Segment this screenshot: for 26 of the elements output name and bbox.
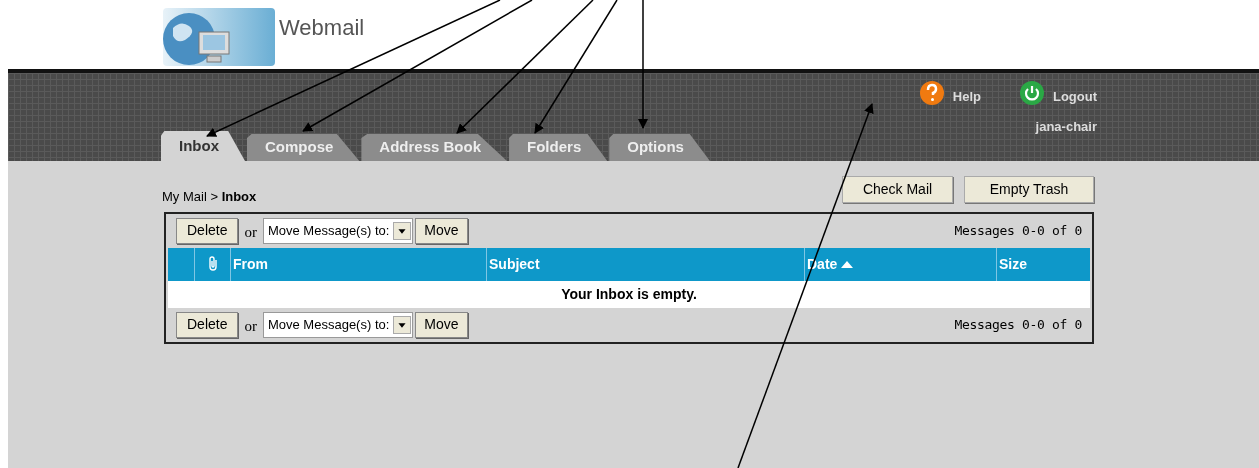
column-header[interactable]: From (233, 253, 268, 275)
or-label: or (244, 317, 257, 337)
breadcrumb: My Mail > Inbox (162, 188, 257, 206)
message-count: Messages 0-0 of 0 (954, 221, 1082, 240)
column-header[interactable]: Size (999, 253, 1027, 275)
message-count: Messages 0-0 of 0 (954, 315, 1082, 334)
or-label: or (244, 223, 257, 243)
move-button[interactable]: Move (415, 217, 468, 244)
power-icon (1018, 79, 1045, 106)
action-button[interactable]: Check Mail (842, 176, 953, 203)
paperclip-icon (206, 256, 219, 272)
move-select[interactable]: Move Message(s) to: (262, 217, 414, 244)
help-link[interactable]: Help (918, 79, 981, 107)
delete-button[interactable]: Delete (176, 311, 239, 338)
delete-button[interactable]: Delete (176, 217, 239, 244)
app-title: Webmail (279, 14, 365, 42)
action-button[interactable]: Empty Trash (964, 176, 1094, 203)
move-button[interactable]: Move (415, 311, 468, 338)
empty-message: Your Inbox is empty. (561, 284, 697, 304)
help-icon (918, 79, 945, 106)
nav-tab[interactable]: Inbox (161, 131, 245, 161)
username: jana-chair (1035, 117, 1097, 136)
column-header[interactable]: Subject (489, 253, 540, 275)
move-select[interactable]: Move Message(s) to: (262, 311, 414, 338)
sort-ascending-icon (841, 260, 854, 268)
logout-link[interactable]: Logout (1018, 79, 1097, 107)
